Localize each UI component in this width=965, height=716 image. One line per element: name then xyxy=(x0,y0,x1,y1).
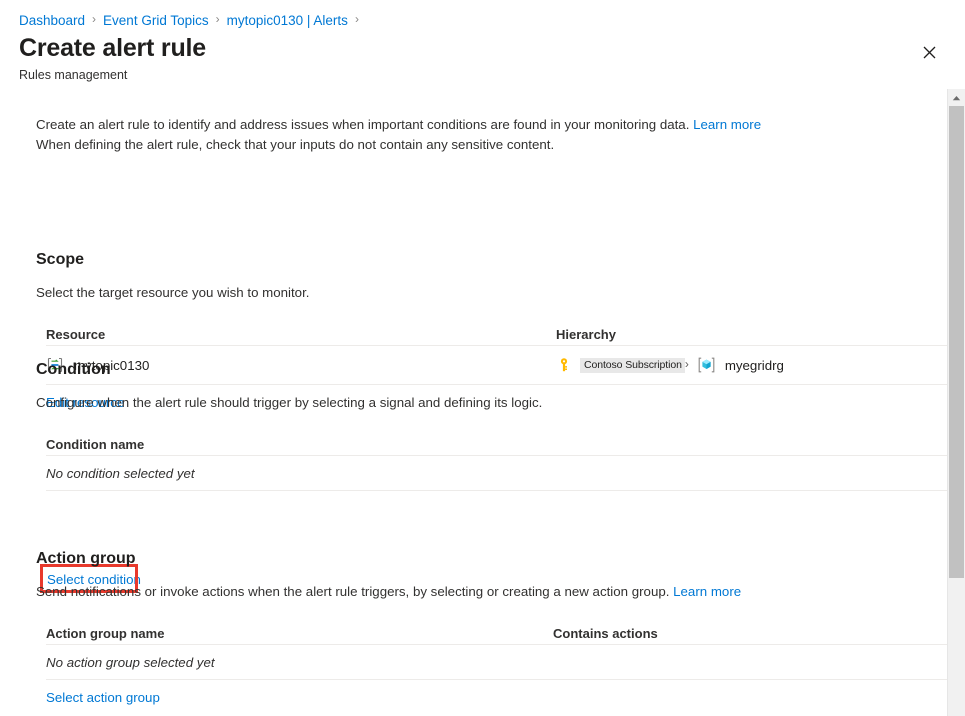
scroll-up-button[interactable] xyxy=(948,89,965,106)
action-group-description: Send notifications or invoke actions whe… xyxy=(36,582,938,601)
condition-title: Condition xyxy=(36,359,938,381)
close-icon xyxy=(923,46,936,59)
intro-text: Create an alert rule to identify and add… xyxy=(36,115,916,155)
intro-line-1: Create an alert rule to identify and add… xyxy=(36,117,689,132)
action-group-learn-more-link[interactable]: Learn more xyxy=(673,584,741,599)
condition-section: Condition Configure when the alert rule … xyxy=(36,359,938,491)
column-header-action-group-name: Action group name xyxy=(46,626,553,641)
column-header-resource: Resource xyxy=(46,327,556,342)
vertical-scrollbar[interactable] xyxy=(947,89,965,716)
action-group-grid-header: Action group name Contains actions xyxy=(46,617,948,645)
intro-learn-more-link[interactable]: Learn more xyxy=(693,117,761,132)
breadcrumb-separator-icon: › xyxy=(355,13,359,25)
scroll-up-arrow-icon xyxy=(952,95,961,101)
condition-description: Configure when the alert rule should tri… xyxy=(36,393,938,412)
page-header: Create alert rule Rules management xyxy=(19,32,965,83)
breadcrumb-item-dashboard[interactable]: Dashboard xyxy=(19,13,85,28)
form-scroll-region: Create an alert rule to identify and add… xyxy=(0,89,965,716)
page-subtitle: Rules management xyxy=(19,67,965,83)
action-group-description-text: Send notifications or invoke actions whe… xyxy=(36,584,669,599)
action-group-title: Action group xyxy=(36,548,938,570)
column-header-contains-actions: Contains actions xyxy=(553,626,948,641)
table-row: No condition selected yet xyxy=(46,456,948,491)
breadcrumb-item-event-grid-topics[interactable]: Event Grid Topics xyxy=(103,13,209,28)
column-header-condition-name: Condition name xyxy=(46,437,553,452)
form-content: Create an alert rule to identify and add… xyxy=(0,89,938,716)
action-group-section: Action group Send notifications or invok… xyxy=(36,548,938,714)
close-button[interactable] xyxy=(915,38,943,66)
condition-grid: Condition name No condition selected yet xyxy=(36,428,948,491)
breadcrumb: Dashboard › Event Grid Topics › mytopic0… xyxy=(19,10,366,30)
breadcrumb-separator-icon: › xyxy=(216,13,220,25)
action-group-empty-value: No action group selected yet xyxy=(46,655,215,670)
breadcrumb-item-mytopic-alerts[interactable]: mytopic0130 | Alerts xyxy=(227,13,348,28)
table-row: No action group selected yet xyxy=(46,645,948,680)
page-title: Create alert rule xyxy=(19,32,965,65)
scrollbar-thumb[interactable] xyxy=(949,106,964,578)
column-header-hierarchy: Hierarchy xyxy=(556,327,948,342)
action-group-grid-footer: Select action group xyxy=(46,680,948,714)
condition-grid-header: Condition name xyxy=(46,428,948,456)
action-group-grid: Action group name Contains actions No ac… xyxy=(36,617,948,714)
intro-line-2: When defining the alert rule, check that… xyxy=(36,137,554,152)
scope-grid-header: Resource Hierarchy xyxy=(46,318,948,346)
select-action-group-link[interactable]: Select action group xyxy=(46,690,160,705)
condition-empty-value: No condition selected yet xyxy=(46,466,195,481)
breadcrumb-separator-icon: › xyxy=(92,13,96,25)
scope-description: Select the target resource you wish to m… xyxy=(36,283,938,302)
scope-title: Scope xyxy=(36,249,938,271)
